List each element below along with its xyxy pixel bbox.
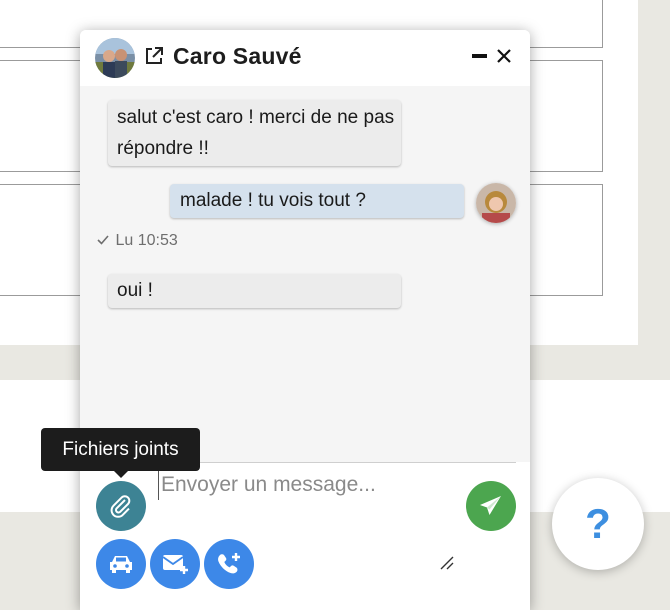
message-bubble-incoming: salut c'est caro ! merci de ne pas répon… — [108, 100, 401, 166]
message-list: salut c'est caro ! merci de ne pas répon… — [80, 86, 530, 462]
phone-add-button[interactable] — [204, 539, 254, 589]
contact-name: Caro Sauvé — [173, 43, 302, 69]
read-status-text: Lu 10:53 — [115, 232, 178, 249]
check-icon — [97, 232, 111, 250]
minimize-icon[interactable] — [468, 45, 490, 67]
contact-avatar[interactable] — [95, 38, 135, 78]
mail-add-icon — [162, 555, 188, 574]
send-button[interactable] — [466, 481, 516, 531]
close-icon[interactable] — [493, 45, 515, 67]
phone-add-icon — [218, 553, 240, 574]
message-bubble-outgoing: malade ! tu vois tout ? — [170, 184, 464, 218]
car-icon — [110, 556, 132, 573]
paper-plane-icon — [480, 496, 501, 515]
mail-add-button[interactable] — [150, 539, 200, 589]
read-status: Lu 10:53 — [97, 232, 178, 250]
chat-window: Caro Sauvé salut c'est caro ! merci de n… — [80, 30, 530, 610]
user-avatar — [476, 183, 516, 223]
attach-tooltip: Fichiers joints — [41, 428, 200, 471]
paperclip-icon — [110, 495, 131, 518]
external-link-icon[interactable] — [143, 45, 165, 67]
composer-divider — [160, 462, 516, 463]
attach-button[interactable] — [96, 481, 146, 531]
message-input[interactable] — [158, 470, 451, 500]
help-button[interactable]: ? — [552, 478, 644, 570]
message-bubble-incoming: oui ! — [108, 274, 401, 308]
resize-handle-icon[interactable] — [438, 554, 456, 572]
chat-header: Caro Sauvé — [80, 30, 530, 86]
tooltip-arrow — [114, 471, 128, 478]
car-button[interactable] — [96, 539, 146, 589]
